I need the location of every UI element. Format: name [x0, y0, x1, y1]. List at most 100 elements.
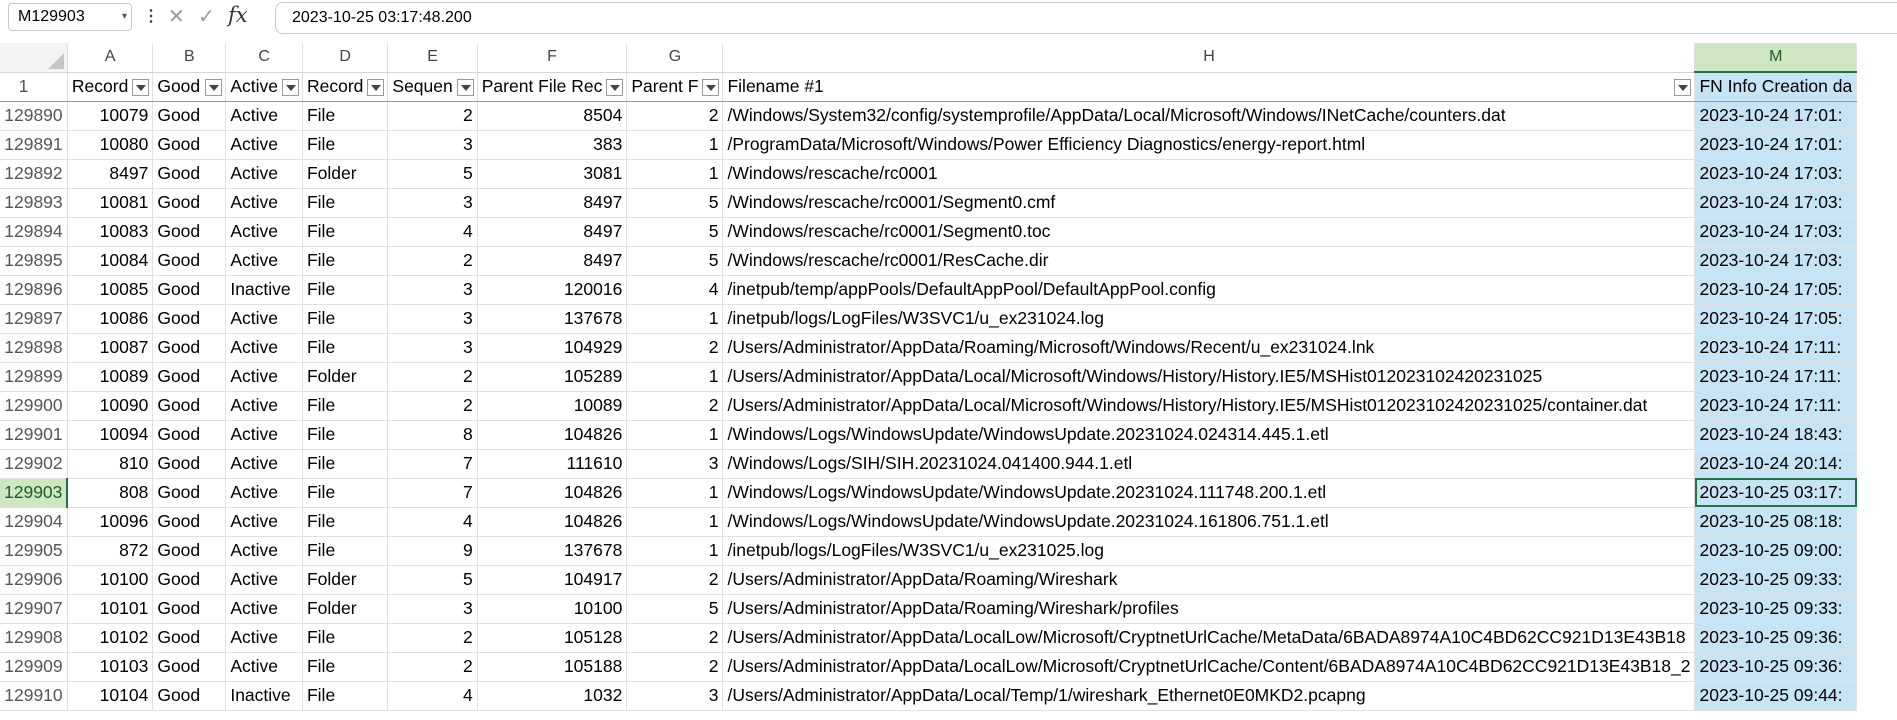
table-cell[interactable]: 808 [67, 478, 154, 508]
table-cell[interactable]: 4 [626, 275, 724, 305]
table-cell[interactable]: Active [225, 188, 303, 218]
table-cell[interactable]: 2023-10-25 09:36: [1694, 623, 1858, 653]
table-cell[interactable]: 2023-10-24 17:03: [1694, 246, 1858, 276]
table-cell[interactable]: 105128 [477, 623, 628, 653]
table-cell[interactable]: Active [225, 130, 303, 160]
table-cell[interactable]: /Users/Administrator/AppData/LocalLow/Mi… [722, 623, 1696, 653]
table-cell[interactable]: 137678 [477, 536, 628, 566]
table-cell[interactable]: Folder [302, 565, 389, 595]
column-header-d[interactable]: D [302, 43, 389, 73]
table-cell[interactable]: 2023-10-25 08:18: [1694, 507, 1858, 537]
table-cell[interactable]: 1 [626, 536, 724, 566]
table-cell[interactable]: 10085 [67, 275, 154, 305]
table-cell[interactable]: Good [152, 333, 227, 363]
table-cell[interactable]: 3 [626, 449, 724, 479]
table-cell[interactable]: 8497 [477, 188, 628, 218]
table-cell[interactable]: File [302, 507, 389, 537]
table-cell[interactable]: 10081 [67, 188, 154, 218]
row-header[interactable]: 129893 [0, 188, 68, 218]
table-cell[interactable]: 10079 [67, 101, 154, 131]
row-header[interactable]: 129892 [0, 159, 68, 189]
table-cell[interactable]: 5 [626, 188, 724, 218]
table-cell[interactable]: 10080 [67, 130, 154, 160]
table-cell[interactable]: 1 [626, 507, 724, 537]
table-cell[interactable]: 10101 [67, 594, 154, 624]
table-cell[interactable]: 10104 [67, 681, 154, 711]
row-header[interactable]: 129890 [0, 101, 68, 131]
table-cell[interactable]: 2023-10-24 17:01: [1694, 130, 1858, 160]
table-cell[interactable]: Active [225, 449, 303, 479]
table-cell[interactable]: Inactive [225, 681, 303, 711]
table-cell[interactable]: 1 [626, 362, 724, 392]
row-header[interactable]: 129904 [0, 507, 68, 537]
table-cell[interactable]: 2023-10-24 17:03: [1694, 159, 1858, 189]
table-cell[interactable]: Good [152, 391, 227, 421]
table-cell[interactable]: Good [152, 449, 227, 479]
table-cell[interactable]: /Windows/rescache/rc0001 [722, 159, 1696, 189]
table-cell[interactable]: 2023-10-24 17:05: [1694, 304, 1858, 334]
table-cell[interactable]: Good [152, 420, 227, 450]
table-cell[interactable]: /Windows/Logs/WindowsUpdate/WindowsUpdat… [722, 420, 1696, 450]
header-cell[interactable]: Record [67, 72, 154, 102]
table-cell[interactable]: 3 [387, 275, 478, 305]
row-header[interactable]: 129900 [0, 391, 68, 421]
table-cell[interactable]: 2 [387, 623, 478, 653]
filter-dropdown-icon[interactable] [367, 78, 385, 96]
table-cell[interactable]: Active [225, 159, 303, 189]
column-header-e[interactable]: E [387, 43, 478, 73]
table-cell[interactable]: File [302, 130, 389, 160]
table-cell[interactable]: 137678 [477, 304, 628, 334]
table-cell[interactable]: /Users/Administrator/AppData/Local/Temp/… [722, 681, 1696, 711]
table-cell[interactable]: /Windows/Logs/SIH/SIH.20231024.041400.94… [722, 449, 1696, 479]
table-cell[interactable]: 2 [387, 101, 478, 131]
table-cell[interactable]: File [302, 652, 389, 682]
table-cell[interactable]: File [302, 391, 389, 421]
table-cell[interactable]: 3 [387, 594, 478, 624]
table-cell[interactable]: 810 [67, 449, 154, 479]
column-header-a[interactable]: A [67, 43, 154, 73]
formula-input[interactable]: 2023-10-25 03:17:48.200 [275, 2, 1897, 34]
table-cell[interactable]: 1 [626, 130, 724, 160]
table-cell[interactable]: Good [152, 623, 227, 653]
table-cell[interactable]: 3 [626, 681, 724, 711]
table-cell[interactable]: 8497 [477, 246, 628, 276]
table-cell[interactable]: Good [152, 304, 227, 334]
filter-dropdown-icon[interactable] [702, 78, 720, 96]
table-cell[interactable]: Active [225, 246, 303, 276]
filter-dropdown-icon[interactable] [456, 78, 474, 96]
row-header[interactable]: 129909 [0, 652, 68, 682]
table-cell[interactable]: 2023-10-24 17:05: [1694, 275, 1858, 305]
table-cell[interactable]: 10100 [67, 565, 154, 595]
table-cell[interactable]: 2023-10-24 17:11: [1694, 391, 1858, 421]
table-cell[interactable]: 10089 [67, 362, 154, 392]
table-cell[interactable]: 2023-10-24 20:14: [1694, 449, 1858, 479]
table-cell[interactable]: Good [152, 681, 227, 711]
table-cell[interactable]: File [302, 188, 389, 218]
table-cell[interactable]: 120016 [477, 275, 628, 305]
table-cell[interactable]: 3 [387, 188, 478, 218]
header-cell[interactable]: Parent F [626, 72, 724, 102]
column-header-c[interactable]: C [225, 43, 303, 73]
row-header[interactable]: 129899 [0, 362, 68, 392]
table-cell[interactable]: /inetpub/logs/LogFiles/W3SVC1/u_ex231025… [722, 536, 1696, 566]
table-cell[interactable]: Active [225, 507, 303, 537]
table-cell[interactable]: 2023-10-25 09:44: [1694, 681, 1858, 711]
table-cell[interactable]: 8 [387, 420, 478, 450]
table-cell[interactable]: 4 [387, 507, 478, 537]
table-cell[interactable]: /Windows/System32/config/systemprofile/A… [722, 101, 1696, 131]
table-cell[interactable]: 2 [387, 246, 478, 276]
table-cell[interactable]: 10087 [67, 333, 154, 363]
table-cell[interactable]: Active [225, 101, 303, 131]
table-cell[interactable]: Active [225, 391, 303, 421]
table-cell[interactable]: 2023-10-25 09:33: [1694, 594, 1858, 624]
table-cell[interactable]: Good [152, 594, 227, 624]
table-cell[interactable]: Active [225, 420, 303, 450]
table-cell[interactable]: File [302, 623, 389, 653]
table-cell[interactable]: /inetpub/temp/appPools/DefaultAppPool/De… [722, 275, 1696, 305]
table-cell[interactable]: 4 [387, 217, 478, 247]
table-cell[interactable]: /Users/Administrator/AppData/Roaming/Wir… [722, 565, 1696, 595]
table-cell[interactable]: Good [152, 565, 227, 595]
table-cell[interactable]: 10094 [67, 420, 154, 450]
table-cell[interactable]: 105289 [477, 362, 628, 392]
table-cell[interactable]: Good [152, 536, 227, 566]
